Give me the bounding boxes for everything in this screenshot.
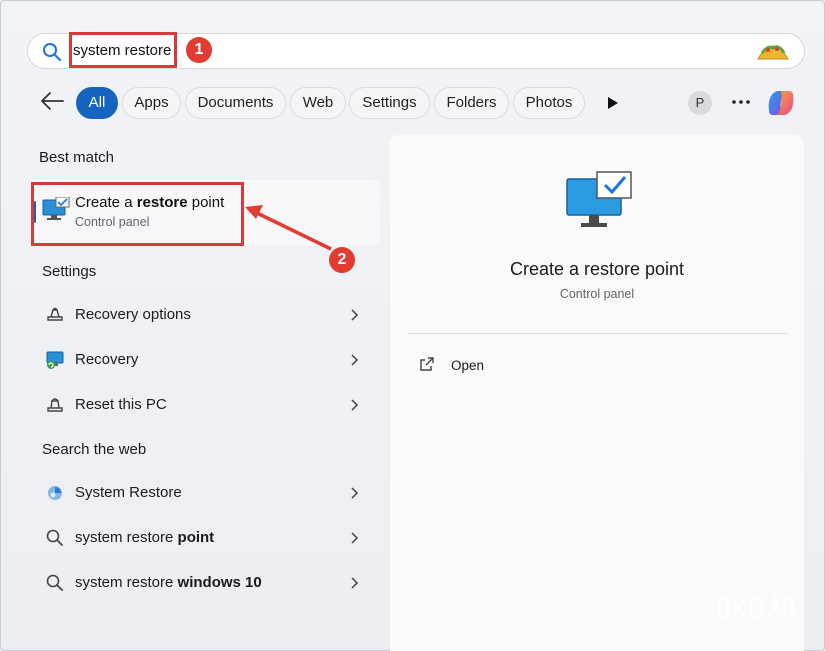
web-result-label: System Restore — [75, 484, 182, 501]
settings-item-reset-pc[interactable]: Reset this PC — [39, 390, 369, 420]
chevron-right-icon — [351, 487, 359, 499]
web-result-system-restore-point[interactable]: system restore point — [39, 523, 369, 553]
web-result-system-restore-windows-10[interactable]: system restore windows 10 — [39, 568, 369, 598]
settings-item-label: Recovery options — [75, 306, 191, 323]
recovery-options-icon — [47, 307, 63, 321]
settings-item-recovery-options[interactable]: Recovery options — [39, 300, 369, 330]
filter-tab-settings[interactable]: Settings — [349, 87, 430, 119]
annotation-badge-1: 1 — [186, 37, 212, 63]
settings-item-recovery[interactable]: Recovery — [39, 345, 369, 375]
more-options-icon[interactable] — [730, 94, 752, 110]
chevron-right-icon — [351, 399, 359, 411]
open-action[interactable]: Open — [415, 352, 535, 380]
recovery-icon — [46, 351, 64, 369]
search-icon — [46, 574, 63, 591]
copilot-icon[interactable] — [763, 85, 799, 121]
xda-logo-watermark — [717, 595, 797, 619]
chevron-right-icon — [351, 532, 359, 544]
web-result-icon — [48, 486, 62, 500]
search-bar[interactable]: system restore — [27, 32, 805, 69]
filter-tab-all[interactable]: All — [76, 87, 118, 119]
web-result-label: system restore point — [75, 529, 215, 546]
chevron-right-icon — [351, 577, 359, 589]
search-icon — [46, 529, 63, 546]
taco-icon — [757, 45, 789, 60]
search-icon — [43, 43, 62, 62]
settings-heading: Settings — [42, 263, 97, 280]
annotation-highlight-box — [69, 32, 177, 68]
web-result-system-restore[interactable]: System Restore — [39, 478, 369, 508]
preview-title: Create a restore point — [509, 259, 685, 279]
open-action-label: Open — [451, 358, 485, 373]
search-web-heading: Search the web — [42, 441, 147, 458]
avatar[interactable]: P — [688, 91, 712, 115]
chevron-right-icon — [351, 309, 359, 321]
chevron-right-icon — [351, 354, 359, 366]
annotation-highlight-box — [31, 182, 244, 246]
filter-tab-folders[interactable]: Folders — [434, 87, 509, 119]
web-result-label: system restore windows 10 — [75, 574, 262, 591]
open-external-icon — [420, 357, 434, 371]
preview-subtitle: Control panel — [559, 287, 635, 301]
restore-point-large-icon — [566, 171, 632, 227]
start-search-window: system restore 1 All Apps Documents Web … — [0, 0, 825, 651]
reset-pc-icon — [47, 398, 63, 412]
best-match-heading: Best match — [39, 149, 115, 166]
filter-tab-documents[interactable]: Documents — [185, 87, 286, 119]
filter-tab-photos[interactable]: Photos — [513, 87, 585, 119]
divider — [407, 333, 787, 334]
filter-tab-web[interactable]: Web — [290, 87, 346, 119]
more-filters-play-icon[interactable] — [607, 96, 619, 110]
filter-tab-apps[interactable]: Apps — [122, 87, 181, 119]
annotation-badge-2: 2 — [329, 247, 355, 273]
back-arrow-icon[interactable] — [39, 90, 65, 112]
settings-item-label: Reset this PC — [75, 396, 167, 413]
settings-item-label: Recovery — [75, 351, 139, 368]
